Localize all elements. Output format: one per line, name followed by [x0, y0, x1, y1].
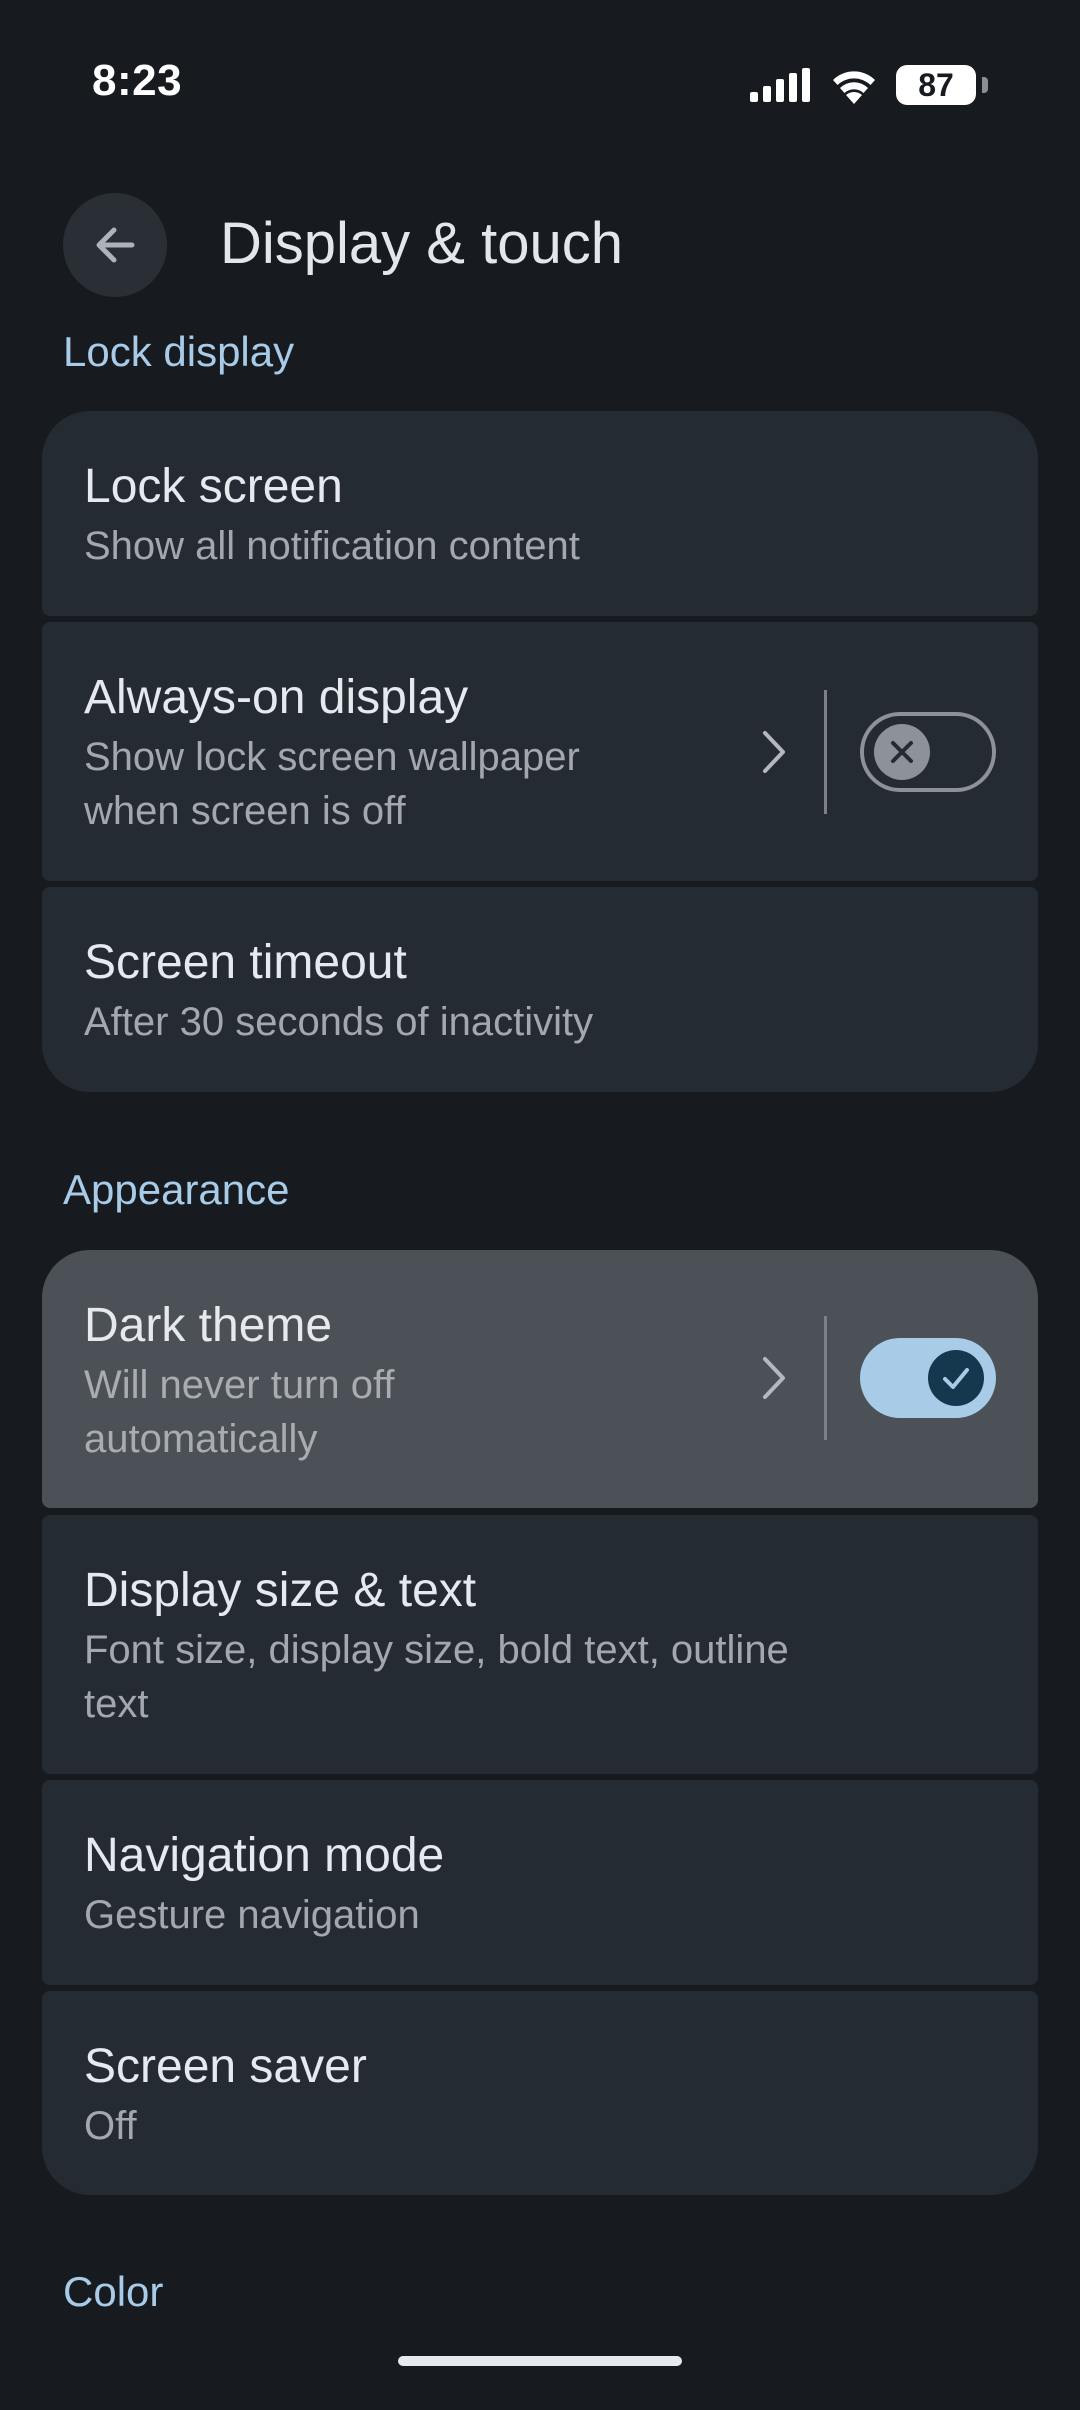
- setting-lock-screen[interactable]: Lock screen Show all notification conten…: [42, 411, 1038, 616]
- battery-level: 87: [918, 66, 954, 103]
- dark-theme-toggle[interactable]: [860, 1338, 996, 1418]
- setting-summary-line-1: Will never turn off: [84, 1363, 395, 1407]
- setting-summary: Off: [84, 2104, 137, 2148]
- setting-summary: Gesture navigation: [84, 1893, 420, 1937]
- chevron-right-icon[interactable]: [754, 1348, 794, 1408]
- setting-title: Screen saver: [84, 2040, 367, 2093]
- setting-summary-line-2: when screen is off: [84, 789, 406, 833]
- close-icon: [891, 741, 913, 763]
- status-time: 8:23: [92, 56, 183, 105]
- battery-indicator: 87: [896, 65, 976, 105]
- setting-summary-line-2: text: [84, 1682, 149, 1726]
- setting-title: Dark theme: [84, 1299, 333, 1352]
- setting-title: Screen timeout: [84, 936, 407, 989]
- arrow-back-icon: [96, 227, 135, 263]
- home-indicator[interactable]: [398, 2356, 682, 2366]
- setting-title: Display size & text: [84, 1564, 477, 1617]
- always-on-display-toggle[interactable]: [860, 712, 996, 792]
- setting-summary-line-1: Show lock screen wallpaper: [84, 735, 580, 779]
- setting-summary-line-2: automatically: [84, 1417, 318, 1461]
- setting-title: Navigation mode: [84, 1829, 445, 1882]
- status-bar: 8:23 87: [0, 0, 1080, 170]
- setting-always-on-display[interactable]: Always-on display Show lock screen wallp…: [42, 622, 1038, 881]
- vertical-divider: [824, 690, 827, 814]
- setting-summary: Show all notification content: [84, 524, 580, 568]
- wifi-icon: [833, 71, 875, 104]
- battery-tip: [982, 77, 988, 93]
- section-header-lock-display: Lock display: [63, 328, 295, 375]
- page-title: Display & touch: [220, 211, 623, 276]
- setting-screen-saver[interactable]: Screen saver Off: [42, 1991, 1038, 2195]
- vertical-divider: [824, 1316, 827, 1440]
- chevron-right-icon[interactable]: [754, 722, 794, 782]
- setting-dark-theme[interactable]: Dark theme Will never turn off automatic…: [42, 1250, 1038, 1508]
- toggle-thumb: [874, 724, 930, 780]
- status-icons: 87: [750, 62, 988, 108]
- back-button[interactable]: [63, 193, 167, 297]
- setting-navigation-mode[interactable]: Navigation mode Gesture navigation: [42, 1780, 1038, 1985]
- setting-title: Always-on display: [84, 671, 469, 724]
- setting-display-size-text[interactable]: Display size & text Font size, display s…: [42, 1515, 1038, 1774]
- setting-title: Lock screen: [84, 460, 343, 513]
- setting-screen-timeout[interactable]: Screen timeout After 30 seconds of inact…: [42, 887, 1038, 1092]
- cellular-signal-icon: [750, 68, 810, 102]
- toggle-thumb: [928, 1350, 984, 1406]
- section-header-appearance: Appearance: [63, 1166, 290, 1213]
- setting-summary: After 30 seconds of inactivity: [84, 1000, 594, 1044]
- section-header-color: Color: [63, 2268, 164, 2315]
- setting-summary-line-1: Font size, display size, bold text, outl…: [84, 1628, 789, 1672]
- settings-screen: 8:23 87 Display & touch Lock display Loc…: [0, 0, 1080, 2410]
- check-icon: [943, 1368, 969, 1389]
